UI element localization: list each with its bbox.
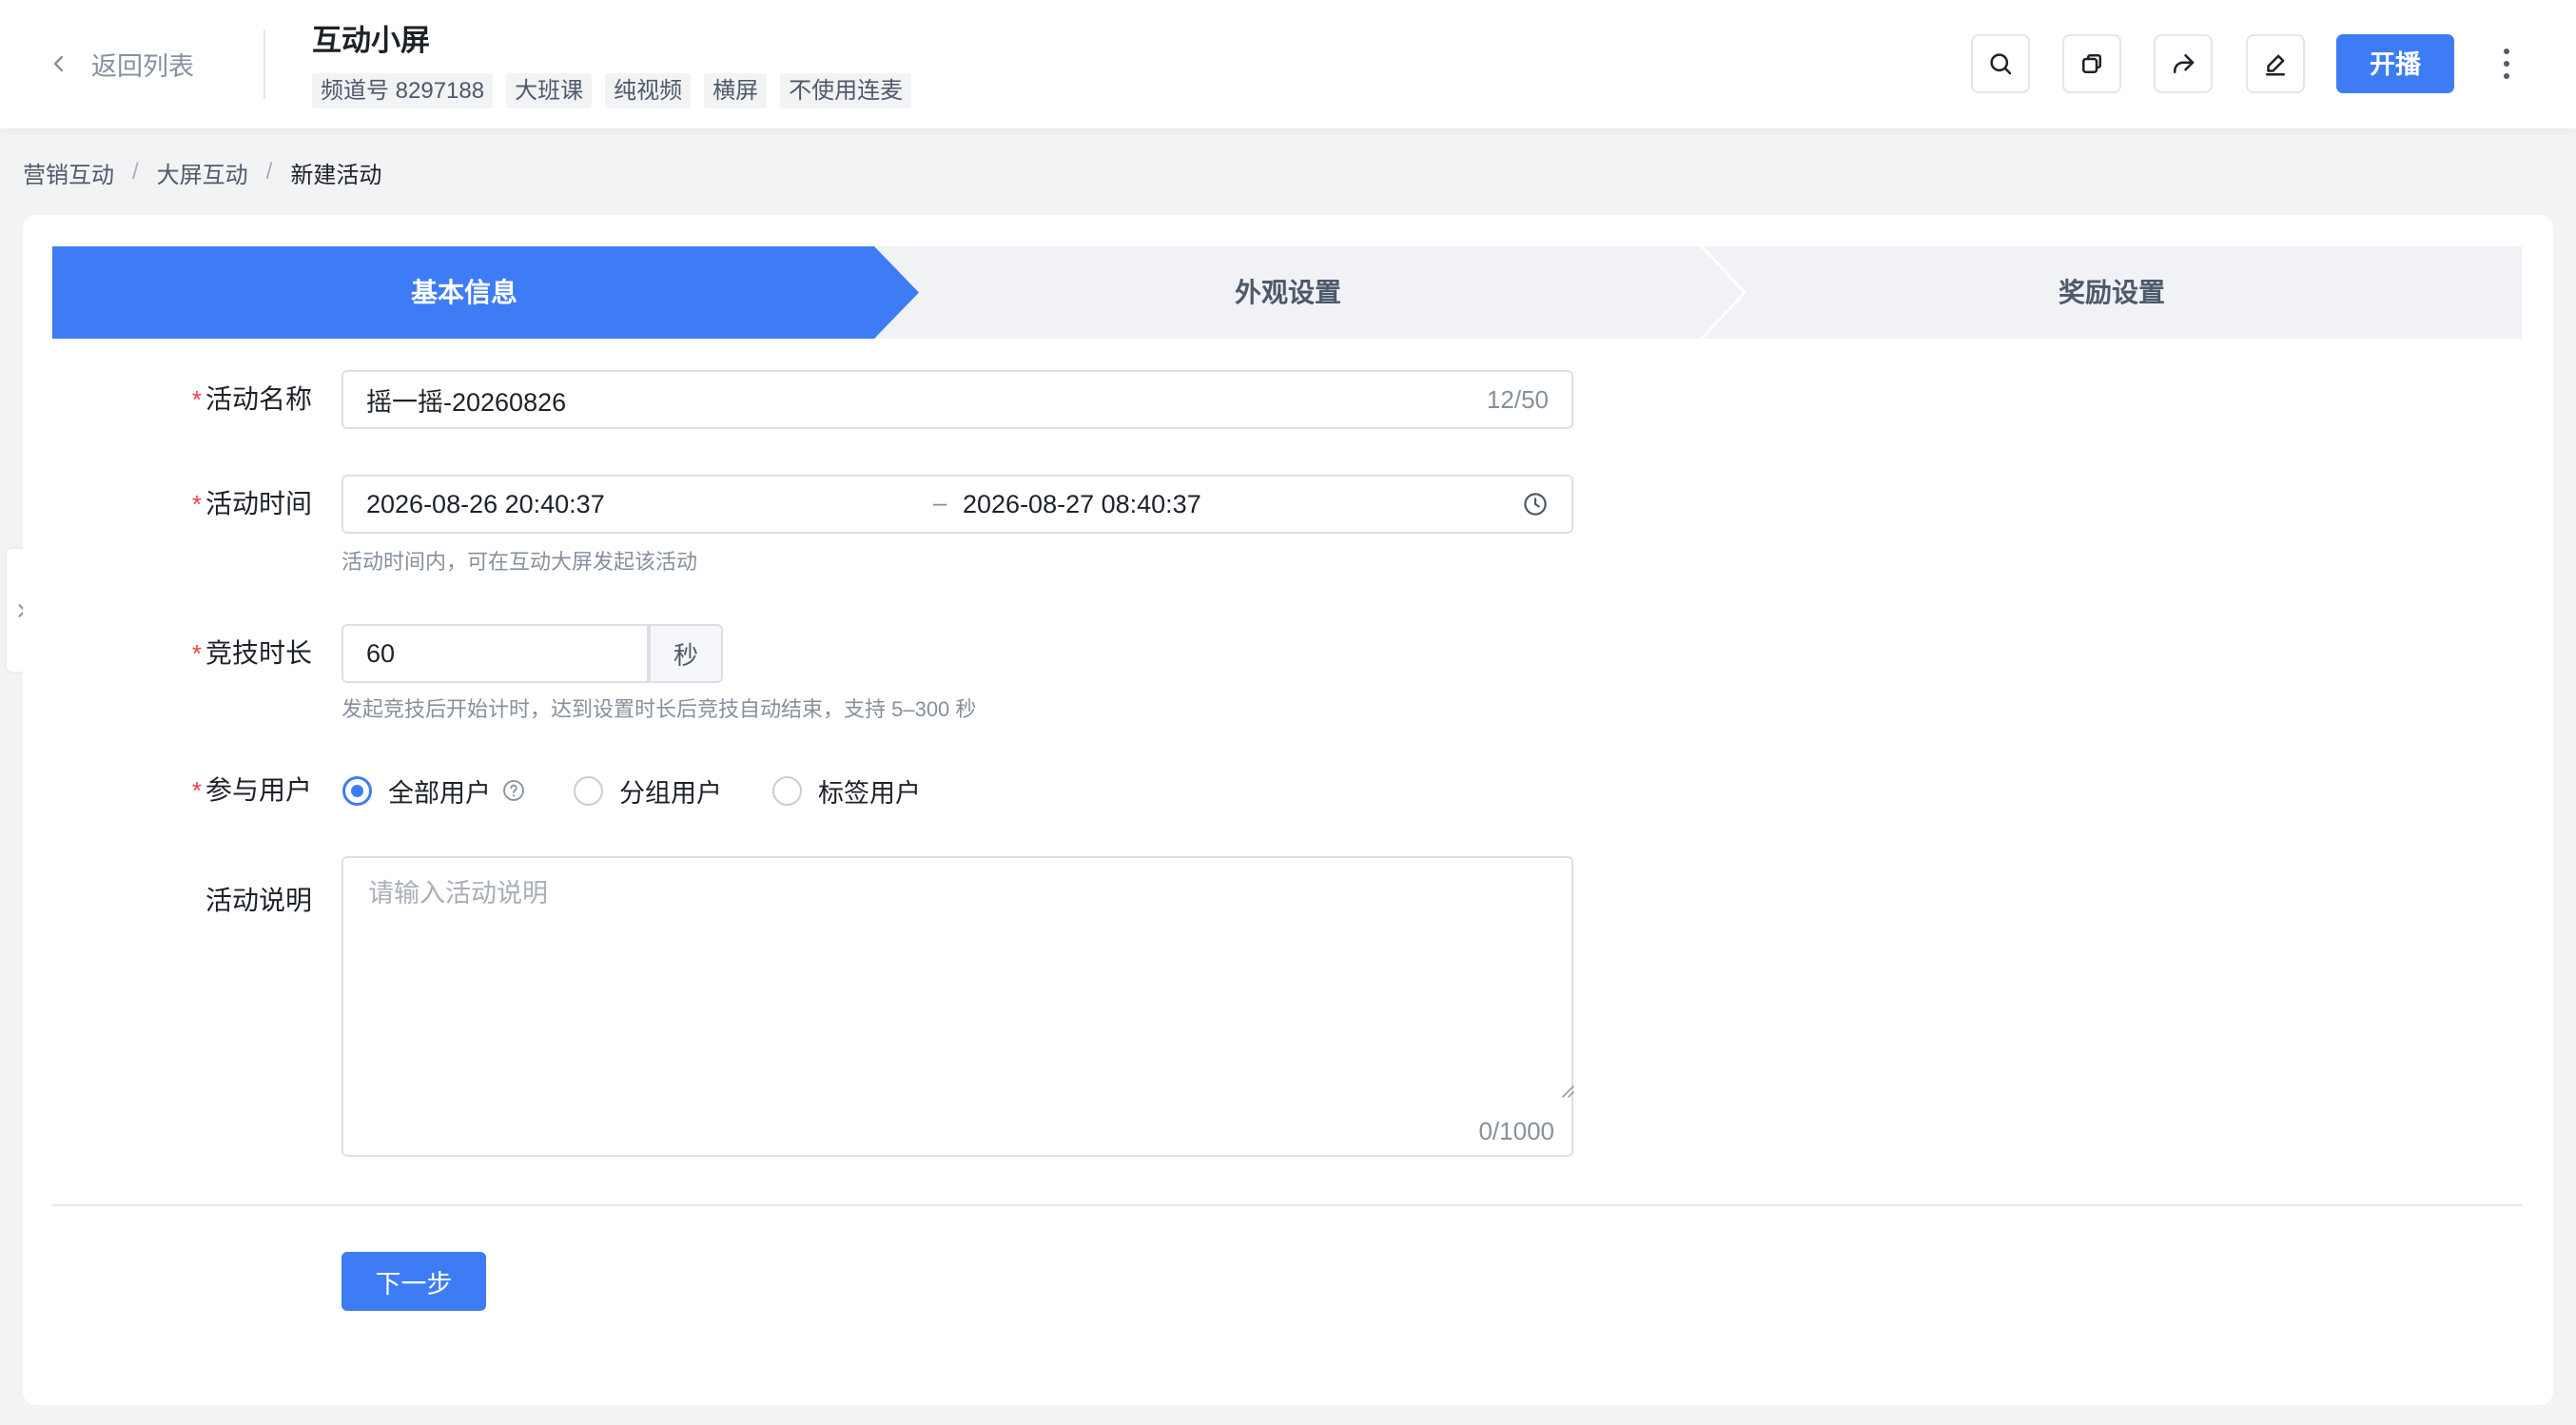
resize-handle[interactable]	[1559, 1083, 1574, 1098]
copy-icon	[2082, 54, 2101, 73]
tag-channel-id: 频道号 8297188	[312, 73, 494, 108]
required-mark: *	[191, 776, 202, 805]
activity-time-label-text: 活动时间	[205, 489, 312, 518]
tag-mic-link: 不使用连麦	[780, 73, 912, 108]
end-time-input[interactable]	[963, 477, 1495, 532]
clock-icon	[1524, 493, 1547, 516]
radio-tag-users[interactable]: 标签用户	[772, 761, 921, 820]
search-button[interactable]	[1971, 34, 2030, 93]
radio-all-users-label: 全部用户	[388, 778, 491, 808]
breadcrumb-separator: /	[132, 159, 139, 185]
activity-name-counter: 12/50	[1486, 385, 1549, 414]
next-step-button[interactable]: 下一步	[342, 1252, 486, 1311]
tag-class-type: 大班课	[506, 73, 593, 108]
activity-name-label-text: 活动名称	[205, 384, 312, 414]
description-counter: 0/1000	[1478, 1117, 1554, 1145]
breadcrumb-marketing[interactable]: 营销互动	[23, 156, 114, 189]
required-mark: *	[191, 490, 202, 518]
start-live-button[interactable]: 开播	[2336, 34, 2454, 93]
breadcrumb: 营销互动 / 大屏互动 / 新建活动	[23, 156, 382, 189]
breadcrumb-big-screen[interactable]: 大屏互动	[157, 156, 248, 189]
more-menu-button[interactable]	[2492, 40, 2521, 88]
radio-tag-users-label: 标签用户	[818, 778, 921, 808]
tag-media-type: 纯视频	[605, 73, 692, 108]
duration-hint: 发起竞技后开始计时，达到设置时长后竞技自动结束，支持 5–300 秒	[342, 697, 977, 721]
channel-tags: 频道号 8297188 大班课 纯视频 横屏 不使用连麦	[312, 73, 912, 108]
radio-all-users[interactable]: 全部用户	[342, 761, 525, 820]
activity-time-hint: 活动时间内，可在互动大屏发起该活动	[342, 550, 698, 574]
search-icon	[1990, 53, 2012, 75]
description-field: 0/1000	[342, 856, 1574, 1157]
activity-name-field: 12/50	[342, 370, 1573, 429]
help-icon[interactable]	[502, 779, 525, 802]
tag-orientation: 横屏	[704, 73, 768, 108]
radio-group-users-label: 分组用户	[619, 778, 722, 808]
breadcrumb-separator: /	[265, 159, 273, 185]
duration-unit-suffix: 秒	[649, 624, 723, 683]
copy-button[interactable]	[2062, 34, 2121, 93]
share-icon	[2174, 54, 2195, 73]
time-range-separator: –	[933, 488, 947, 517]
step-appearance[interactable]: 外观设置	[876, 246, 1700, 339]
top-header: 返回列表 互动小屏 频道号 8297188 大班课 纯视频 横屏 不使用连麦 开…	[0, 0, 2576, 128]
duration-label: * 竞技时长	[99, 624, 312, 683]
radio-group-users[interactable]: 分组用户	[574, 761, 722, 820]
chevron-left-icon	[53, 55, 64, 72]
duration-label-text: 竞技时长	[205, 638, 312, 668]
share-button[interactable]	[2154, 34, 2213, 93]
description-label-text: 活动说明	[205, 886, 312, 915]
participants-label-text: 参与用户	[205, 775, 312, 805]
more-vertical-icon	[2504, 49, 2509, 79]
form-card: 基本信息 外观设置 奖励设置 *活动名称 12/50 *活动时间 – 活动时间内…	[23, 215, 2553, 1405]
radio-all-users-circle[interactable]	[342, 775, 372, 806]
start-time-input[interactable]	[366, 477, 899, 532]
edit-icon	[2266, 54, 2285, 76]
required-mark: *	[191, 385, 202, 414]
activity-time-label: * 活动时间	[99, 475, 312, 534]
step-rewards[interactable]: 奖励设置	[1700, 246, 2522, 339]
activity-time-range-picker: –	[342, 475, 1573, 534]
form-footer-divider	[52, 1204, 2522, 1206]
duration-input[interactable]	[366, 626, 633, 681]
header-divider	[263, 29, 265, 99]
duration-field: 秒	[342, 624, 723, 683]
page-title: 互动小屏	[312, 24, 430, 57]
edit-button[interactable]	[2246, 34, 2305, 93]
step-bar: 基本信息 外观设置 奖励设置	[52, 246, 2522, 339]
step-basic-info[interactable]: 基本信息	[52, 246, 876, 339]
activity-name-input[interactable]	[366, 372, 1432, 427]
description-label: 活动说明	[99, 871, 312, 930]
breadcrumb-current: 新建活动	[290, 162, 382, 188]
back-to-list-button[interactable]: 返回列表	[48, 40, 194, 88]
radio-tag-users-circle[interactable]	[772, 775, 802, 806]
activity-name-label: * 活动名称	[99, 370, 312, 429]
back-label: 返回列表	[91, 51, 194, 81]
description-textarea[interactable]	[343, 858, 1571, 1102]
required-mark: *	[191, 639, 202, 668]
radio-group-users-circle[interactable]	[574, 775, 603, 806]
participants-label: * 参与用户	[99, 761, 312, 820]
